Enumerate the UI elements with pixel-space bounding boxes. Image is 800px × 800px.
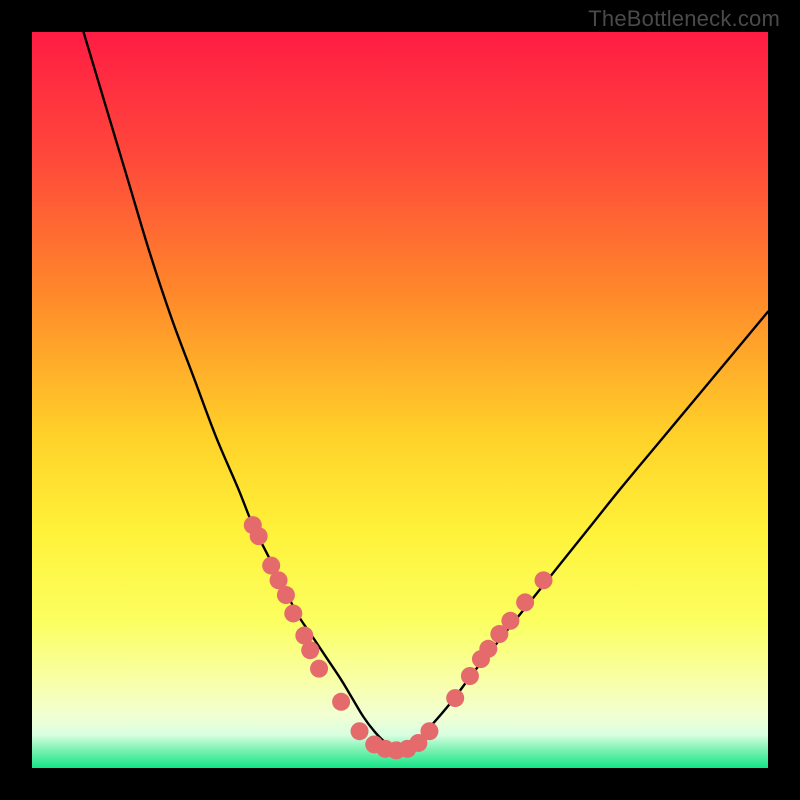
data-marker (250, 527, 268, 545)
data-marker (301, 641, 319, 659)
data-marker (446, 689, 464, 707)
data-marker (461, 667, 479, 685)
data-marker (516, 593, 534, 611)
data-marker (277, 586, 295, 604)
data-marker (535, 571, 553, 589)
data-marker (284, 604, 302, 622)
bottleneck-curve (84, 32, 768, 750)
data-marker (479, 640, 497, 658)
data-marker (332, 693, 350, 711)
data-marker (420, 722, 438, 740)
data-marker (351, 722, 369, 740)
data-marker (501, 612, 519, 630)
chart-frame: TheBottleneck.com (0, 0, 800, 800)
data-marker (310, 660, 328, 678)
plot-area (32, 32, 768, 768)
curve-layer (32, 32, 768, 768)
marker-group (244, 516, 553, 759)
watermark-text: TheBottleneck.com (588, 6, 780, 32)
